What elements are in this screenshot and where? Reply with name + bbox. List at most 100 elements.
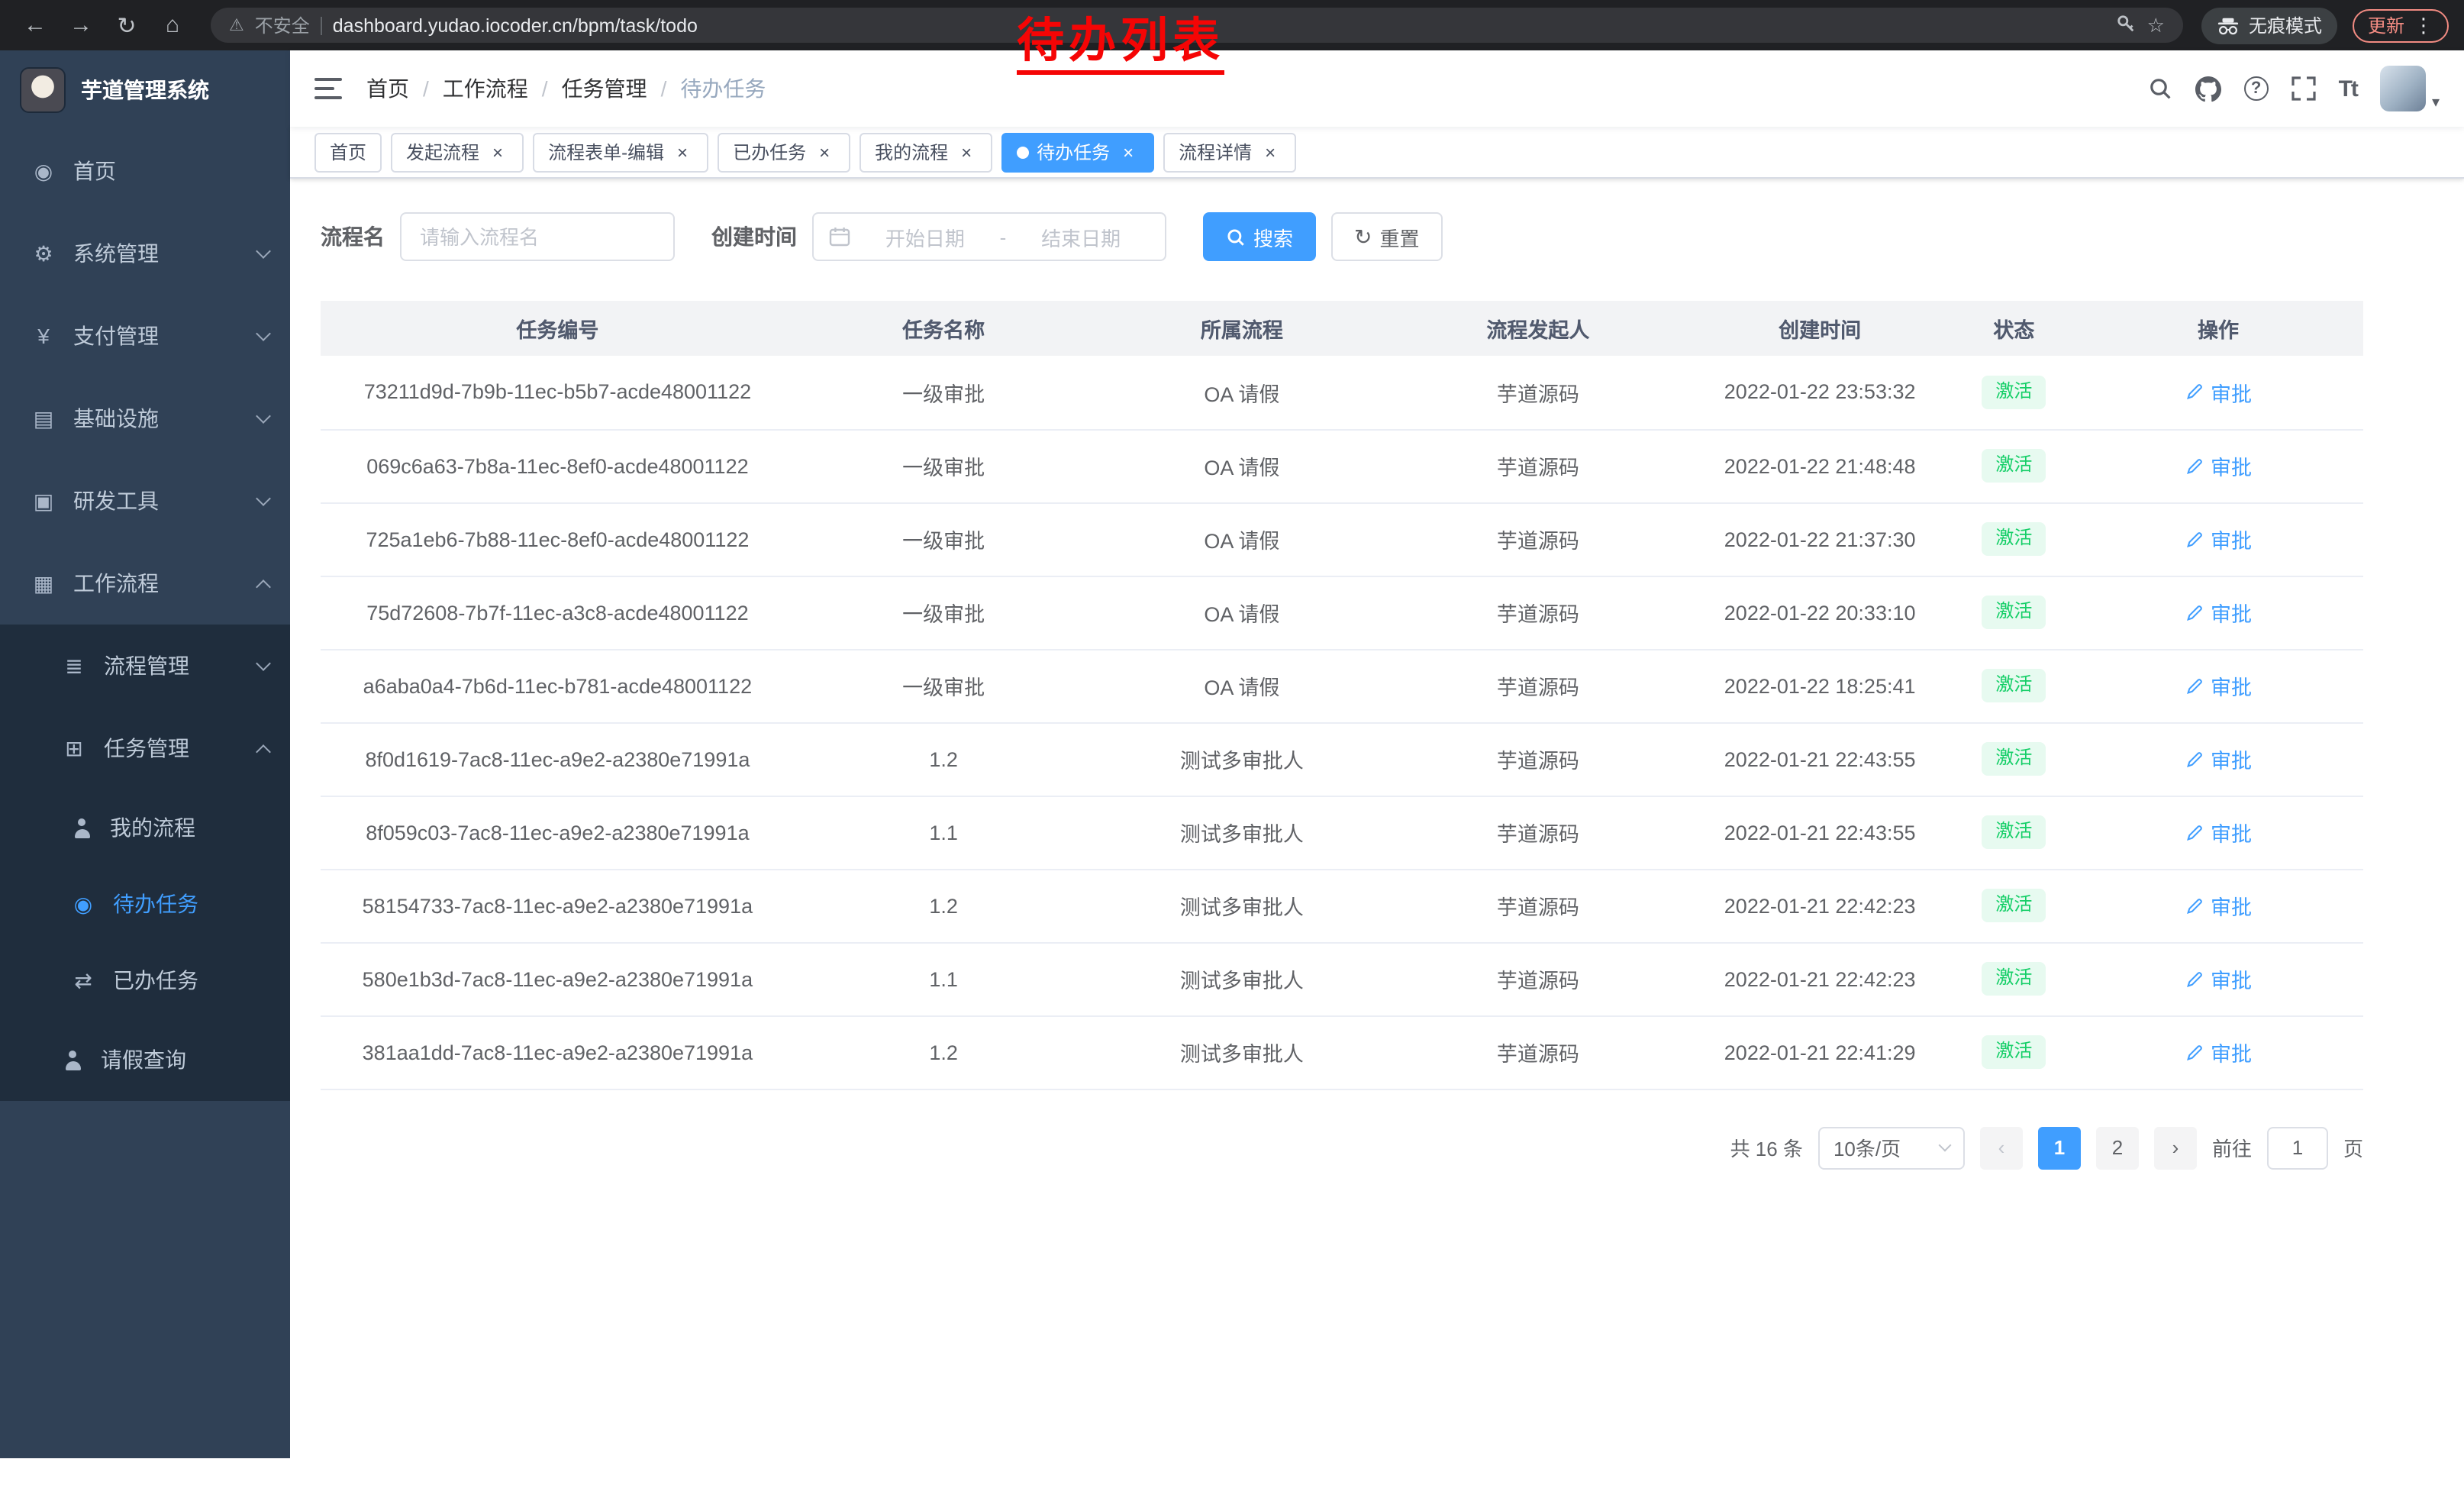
date-range-picker[interactable]: 开始日期 - 结束日期 <box>812 212 1166 261</box>
edit-icon <box>2185 1042 2204 1062</box>
sidebar-item-task-management[interactable]: ⊞ 任务管理 <box>0 707 290 789</box>
list-icon: ≣ <box>61 653 87 679</box>
sidebar-item-workflow[interactable]: ▦ 工作流程 <box>0 542 290 625</box>
sidebar-collapse-icon[interactable] <box>314 78 342 99</box>
sidebar-item-payment[interactable]: ¥ 支付管理 <box>0 295 290 377</box>
table-row: 58154733-7ac8-11ec-a9e2-a2380e71991a 1.2… <box>321 869 2363 942</box>
page-size-select[interactable]: 10条/页 <box>1818 1126 1965 1169</box>
sidebar-item-system[interactable]: ⚙ 系统管理 <box>0 212 290 295</box>
chevron-down-icon <box>1938 1139 1951 1152</box>
approve-button[interactable]: 审批 <box>2185 597 2252 628</box>
tab-label: 流程详情 <box>1179 139 1252 165</box>
tab-my-process[interactable]: 我的流程 × <box>859 132 992 172</box>
task-process: 测试多审批人 <box>1093 722 1392 796</box>
status-badge: 激活 <box>1982 962 2046 995</box>
sidebar-item-home[interactable]: ◉ 首页 <box>0 130 290 212</box>
approve-button[interactable]: 审批 <box>2185 890 2252 921</box>
sidebar-item-todo-task[interactable]: ◉ 待办任务 <box>0 866 290 942</box>
back-icon[interactable]: ← <box>15 5 55 45</box>
search-icon[interactable] <box>2148 76 2172 101</box>
breadcrumb-item[interactable]: 任务管理 <box>562 73 647 104</box>
forward-icon[interactable]: → <box>61 5 101 45</box>
close-icon[interactable]: × <box>814 141 835 163</box>
tab-home[interactable]: 首页 <box>314 132 382 172</box>
task-created: 2022-01-21 22:43:55 <box>1685 796 1955 869</box>
github-icon[interactable] <box>2195 76 2221 102</box>
tab-start-process[interactable]: 发起流程 × <box>391 132 524 172</box>
tab-process-form-edit[interactable]: 流程表单-编辑 × <box>533 132 708 172</box>
user-menu[interactable]: ▾ <box>2380 66 2440 111</box>
close-icon[interactable]: × <box>1259 141 1281 163</box>
goto-label: 前往 <box>2212 1133 2252 1162</box>
task-initiator: 芋道源码 <box>1391 429 1685 502</box>
task-created: 2022-01-22 21:37:30 <box>1685 502 1955 576</box>
sidebar-item-leave-query[interactable]: 请假查询 <box>0 1018 290 1101</box>
sidebar-item-my-process[interactable]: 我的流程 <box>0 789 290 866</box>
user-icon <box>61 1048 84 1071</box>
page-button-2[interactable]: 2 <box>2096 1126 2139 1169</box>
page-button-1[interactable]: 1 <box>2038 1126 2081 1169</box>
reset-button[interactable]: ↻ 重置 <box>1331 212 1443 261</box>
prev-page-button[interactable]: ‹ <box>1980 1126 2023 1169</box>
browser-chrome: ← → ↻ ⌂ ⚠ 不安全 dashboard.yudao.iocoder.cn… <box>0 0 2464 50</box>
approve-button[interactable]: 审批 <box>2185 1037 2252 1067</box>
tab-done-task[interactable]: 已办任务 × <box>718 132 850 172</box>
process-name-input[interactable] <box>400 212 675 261</box>
approve-button[interactable]: 审批 <box>2185 817 2252 847</box>
sidebar-item-devtools[interactable]: ▣ 研发工具 <box>0 460 290 542</box>
chevron-down-icon <box>256 491 271 506</box>
toolbox-icon: ▣ <box>31 488 56 514</box>
task-initiator: 芋道源码 <box>1391 796 1685 869</box>
approve-button[interactable]: 审批 <box>2185 450 2252 481</box>
tags-view-bar: 首页 发起流程 × 流程表单-编辑 × 已办任务 × 我的流程 × <box>290 127 2464 179</box>
approve-button[interactable]: 审批 <box>2185 670 2252 701</box>
top-navbar: 首页 / 工作流程 / 任务管理 / 待办任务 ? <box>290 50 2464 127</box>
approve-button[interactable]: 审批 <box>2185 524 2252 554</box>
font-size-icon[interactable]: Tt <box>2339 76 2357 102</box>
create-time-label: 创建时间 <box>711 221 797 252</box>
help-icon[interactable]: ? <box>2244 76 2269 101</box>
home-icon[interactable]: ⌂ <box>153 5 192 45</box>
update-button[interactable]: 更新 ⋮ <box>2353 8 2449 42</box>
task-initiator: 芋道源码 <box>1391 1015 1685 1089</box>
close-icon[interactable]: × <box>672 141 693 163</box>
breadcrumb: 首页 / 工作流程 / 任务管理 / 待办任务 <box>366 73 766 104</box>
approve-button[interactable]: 审批 <box>2185 964 2252 994</box>
navbar-tools: ? Tt ▾ <box>2148 66 2440 111</box>
close-icon[interactable]: × <box>487 141 508 163</box>
chevron-down-icon <box>256 408 271 424</box>
search-button[interactable]: 搜索 <box>1203 212 1316 261</box>
breadcrumb-item[interactable]: 首页 <box>366 73 409 104</box>
reload-icon[interactable]: ↻ <box>107 5 147 45</box>
browser-menu-icon[interactable]: ⋮ <box>2414 13 2433 37</box>
task-process: 测试多审批人 <box>1093 942 1392 1015</box>
table-row: 8f059c03-7ac8-11ec-a9e2-a2380e71991a 1.1… <box>321 796 2363 869</box>
close-icon[interactable]: × <box>956 141 977 163</box>
tab-process-detail[interactable]: 流程详情 × <box>1163 132 1296 172</box>
fullscreen-icon[interactable] <box>2291 76 2316 101</box>
tab-todo-task[interactable]: 待办任务 × <box>1001 132 1154 172</box>
edit-icon <box>2185 456 2204 476</box>
next-page-button[interactable]: › <box>2154 1126 2197 1169</box>
date-range-separator: - <box>1000 225 1007 248</box>
key-icon[interactable] <box>2117 13 2137 37</box>
task-created: 2022-01-22 20:33:10 <box>1685 576 1955 649</box>
sidebar-item-label: 首页 <box>73 156 116 186</box>
sidebar-item-process-management[interactable]: ≣ 流程管理 <box>0 625 290 707</box>
annotation-text: 待办列表 <box>1017 14 1224 74</box>
goto-page-input[interactable] <box>2267 1126 2328 1169</box>
task-created: 2022-01-22 23:53:32 <box>1685 356 1955 429</box>
edit-icon <box>2185 749 2204 769</box>
user-icon <box>70 816 93 839</box>
page-content: 流程名 创建时间 开始日期 - 结束日期 <box>290 179 2464 1458</box>
approve-button[interactable]: 审批 <box>2185 377 2252 408</box>
bookmark-star-icon[interactable]: ☆ <box>2147 13 2165 37</box>
workflow-submenu: ≣ 流程管理 ⊞ 任务管理 我的流程 ◉ 待办任务 <box>0 625 290 1101</box>
close-icon[interactable]: × <box>1118 141 1139 163</box>
breadcrumb-item[interactable]: 工作流程 <box>443 73 528 104</box>
sidebar-item-infrastructure[interactable]: ▤ 基础设施 <box>0 377 290 460</box>
table-row: 8f0d1619-7ac8-11ec-a9e2-a2380e71991a 1.2… <box>321 722 2363 796</box>
app-logo[interactable]: 芋道管理系统 <box>0 50 290 130</box>
sidebar-item-done-task[interactable]: ⇄ 已办任务 <box>0 942 290 1018</box>
approve-button[interactable]: 审批 <box>2185 744 2252 774</box>
